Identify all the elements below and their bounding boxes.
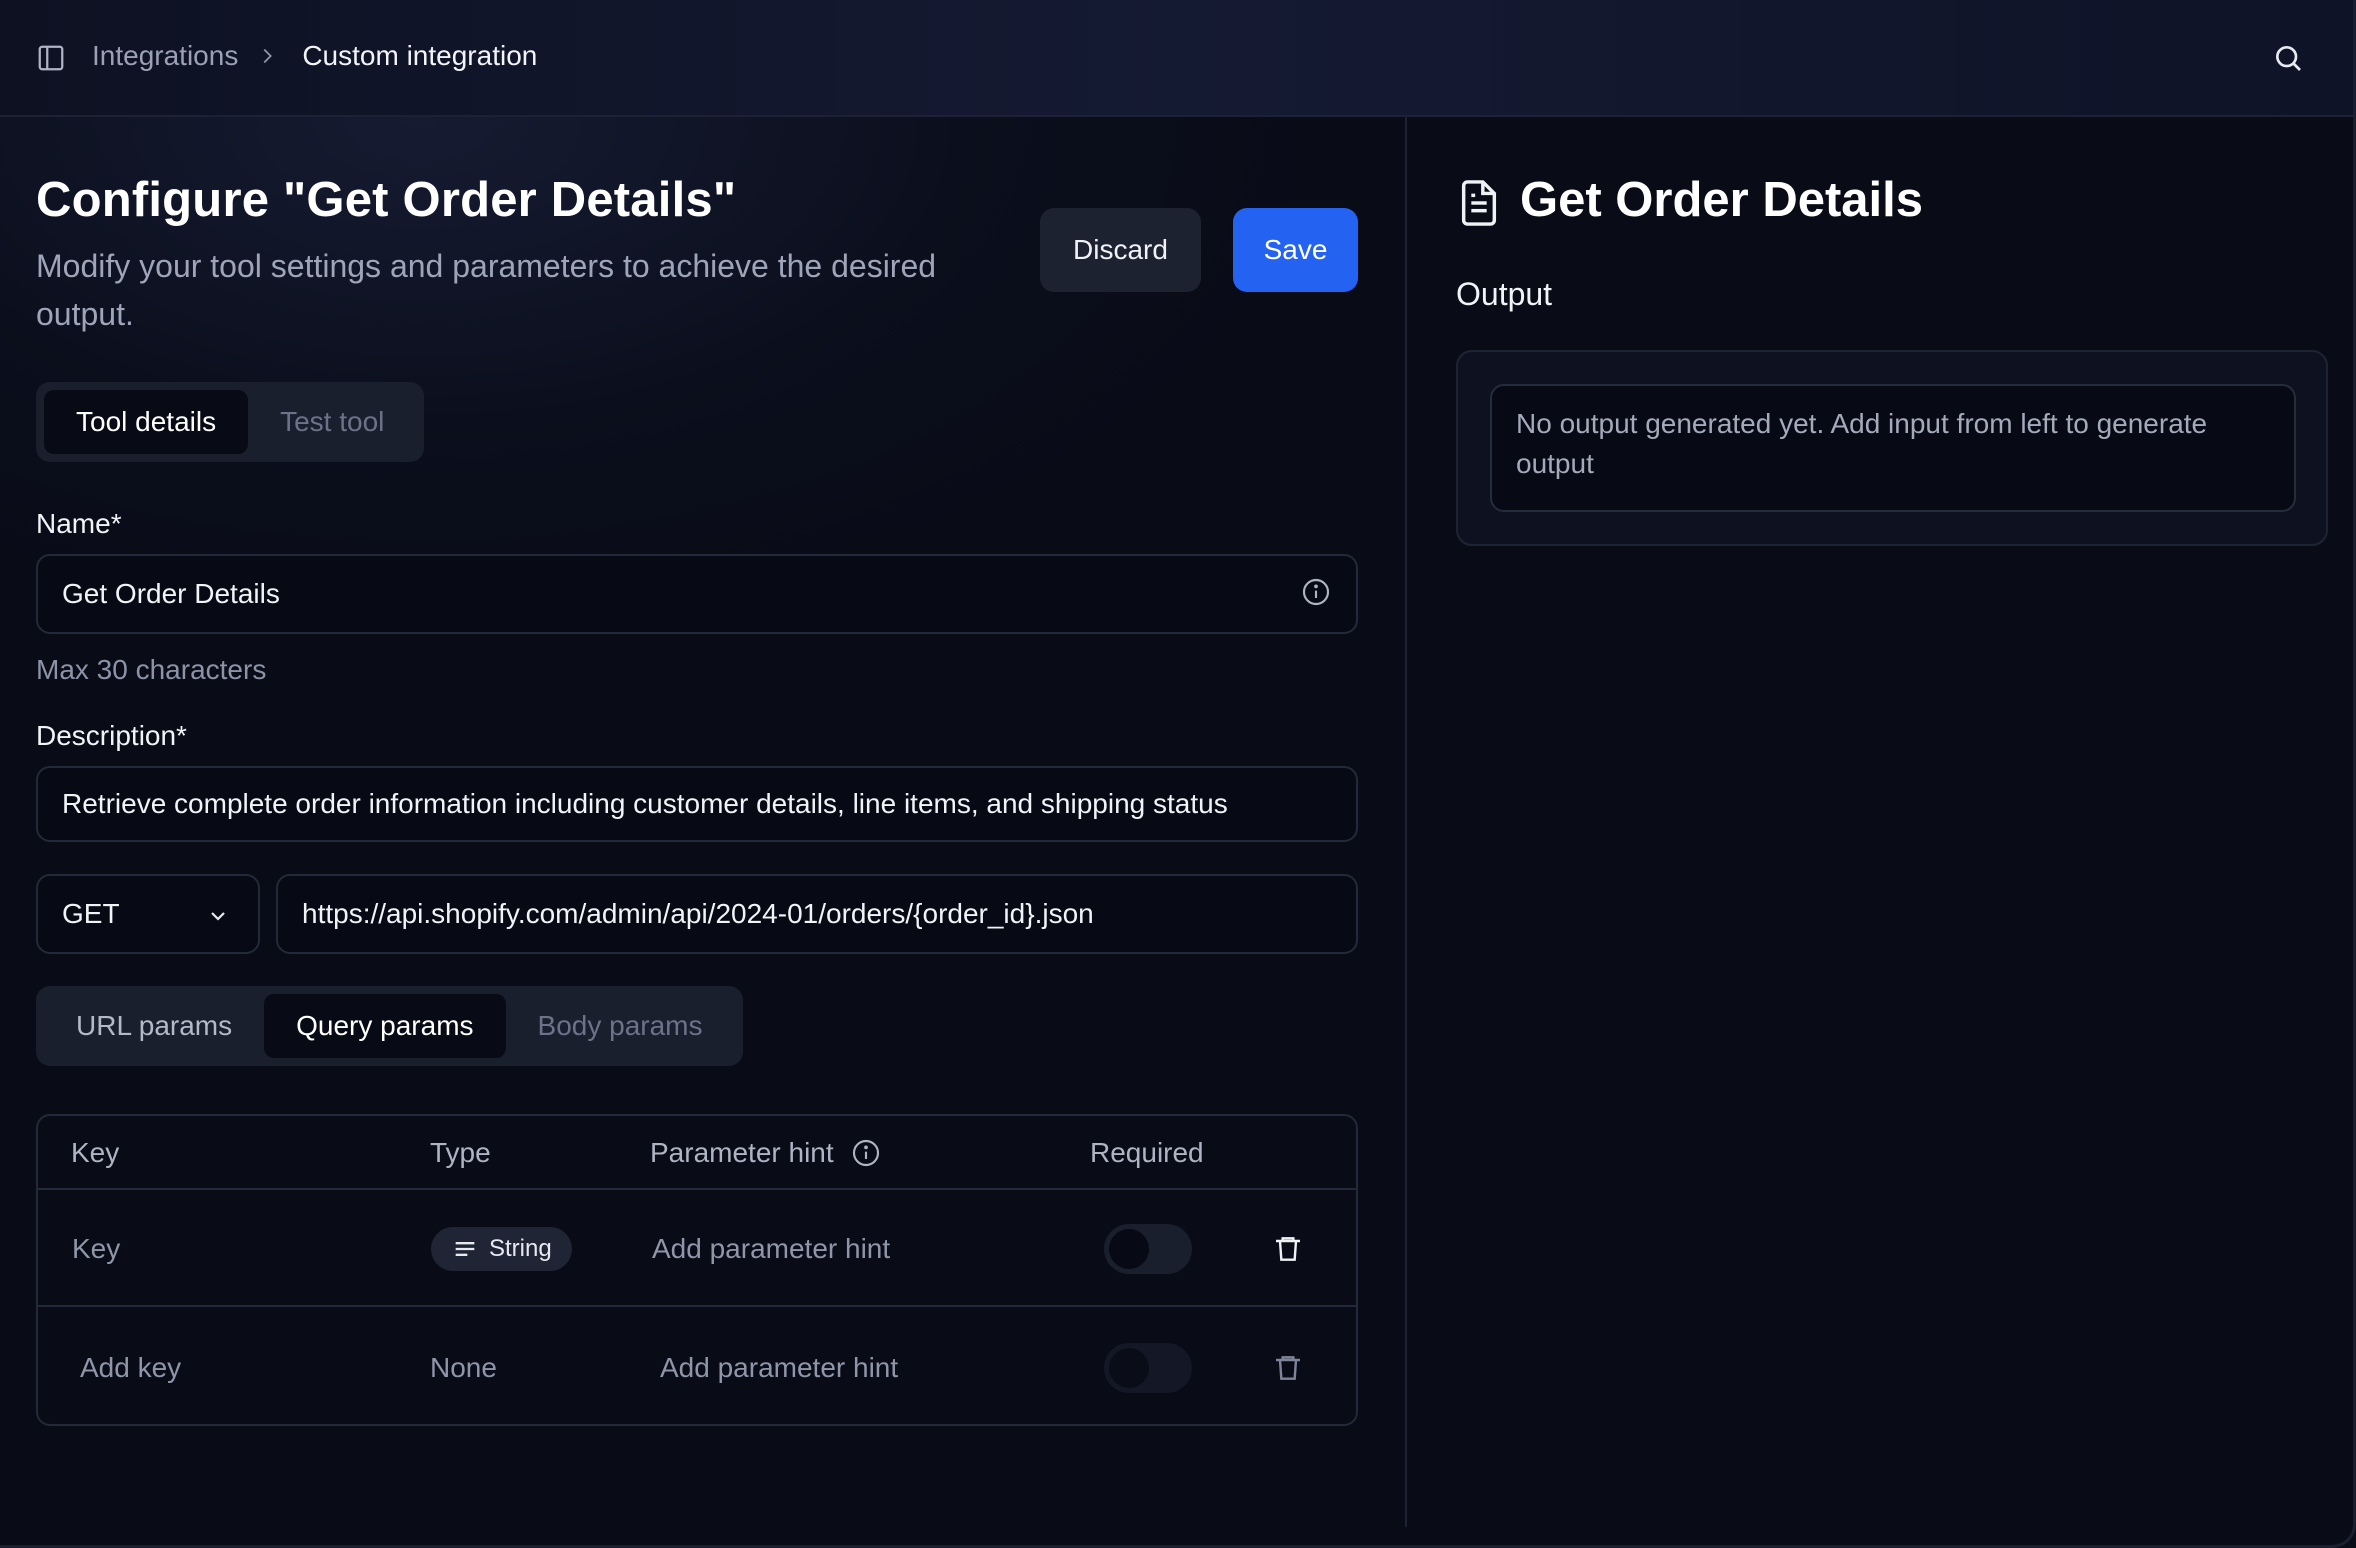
search-icon[interactable] [2272, 42, 2304, 74]
toggle-knob [1109, 1347, 1149, 1388]
sidebar-toggle-icon[interactable] [36, 43, 66, 73]
toggle-knob [1109, 1228, 1149, 1269]
required-toggle[interactable] [1104, 1223, 1192, 1274]
panel-divider [1405, 117, 1407, 1527]
page-subtitle: Modify your tool settings and parameters… [36, 248, 937, 332]
save-button[interactable]: Save [1233, 208, 1358, 292]
description-field[interactable]: Retrieve complete order information incl… [36, 766, 1358, 842]
http-method-select[interactable]: GET [36, 874, 260, 954]
url-field-value: https://api.shopify.com/admin/api/2024-0… [302, 898, 1094, 929]
discard-button[interactable]: Discard [1040, 208, 1201, 292]
output-card: No output generated yet. Add input from … [1456, 350, 2328, 546]
app-window: Integrations Custom integration Configur… [0, 0, 2356, 1548]
top-bar: Integrations Custom integration [0, 0, 2353, 117]
page-title: Configure "Get Order Details" [36, 173, 737, 227]
delete-cell [1272, 1190, 1304, 1307]
table-row: Add key None Add parameter hint [38, 1309, 1356, 1424]
name-field[interactable]: Get Order Details [36, 554, 1358, 634]
trash-icon[interactable] [1272, 1233, 1304, 1265]
param-hint-input[interactable]: Add parameter hint [660, 1309, 898, 1424]
name-helper-text: Max 30 characters [36, 654, 267, 685]
column-header-parameter-hint-label: Parameter hint [650, 1137, 834, 1168]
delete-cell [1272, 1309, 1304, 1424]
tab-body-params[interactable]: Body params [506, 994, 735, 1058]
column-header-parameter-hint: Parameter hint [650, 1116, 882, 1190]
tool-tabs: Tool details Test tool [36, 382, 425, 462]
tab-url-params[interactable]: URL params [44, 994, 264, 1058]
type-select-value: String [489, 1234, 552, 1262]
required-toggle[interactable] [1104, 1342, 1192, 1393]
param-type-cell: String [431, 1190, 572, 1307]
trash-icon[interactable] [1272, 1352, 1304, 1384]
tab-query-params[interactable]: Query params [264, 994, 506, 1058]
column-header-required: Required [1090, 1137, 1204, 1168]
info-icon[interactable] [1300, 576, 1332, 608]
text-lines-icon [455, 1241, 475, 1256]
column-header-type: Type [430, 1137, 491, 1168]
output-box: No output generated yet. Add input from … [1490, 384, 2296, 512]
params-table: Key Type Parameter hint Required Key Str… [36, 1114, 1358, 1426]
tab-tool-details[interactable]: Tool details [44, 390, 249, 454]
param-hint-input[interactable]: Add parameter hint [652, 1190, 890, 1307]
type-select-chip[interactable]: String [431, 1226, 572, 1271]
document-icon [1461, 180, 1497, 226]
name-field-value: Get Order Details [62, 578, 280, 609]
breadcrumb-integrations-link[interactable]: Integrations [92, 40, 238, 72]
info-icon[interactable] [850, 1137, 882, 1169]
output-label: Output [1456, 276, 1553, 312]
breadcrumb: Integrations Custom integration [92, 40, 537, 72]
required-toggle-cell [1104, 1190, 1192, 1307]
param-key-input[interactable]: Key [72, 1190, 120, 1307]
description-label: Description* [36, 720, 187, 751]
add-key-input[interactable]: Add key [80, 1309, 181, 1424]
tab-test-tool[interactable]: Test tool [248, 390, 416, 454]
url-field[interactable]: https://api.shopify.com/admin/api/2024-0… [276, 874, 1358, 954]
name-label: Name* [36, 508, 122, 539]
table-header: Key Type Parameter hint Required [38, 1116, 1356, 1190]
chevron-right-icon [263, 48, 273, 64]
description-field-value: Retrieve complete order information incl… [62, 788, 1228, 819]
param-tabs: URL params Query params Body params [36, 986, 743, 1066]
required-toggle-cell [1104, 1309, 1192, 1424]
chevron-down-icon [211, 912, 225, 921]
breadcrumb-current: Custom integration [302, 40, 538, 71]
column-header-key: Key [71, 1137, 120, 1168]
table-row: Key String Add parameter hint [38, 1190, 1356, 1307]
http-method-value: GET [62, 898, 120, 929]
param-type-none[interactable]: None [430, 1309, 497, 1424]
output-panel-title: Get Order Details [1520, 173, 1924, 227]
